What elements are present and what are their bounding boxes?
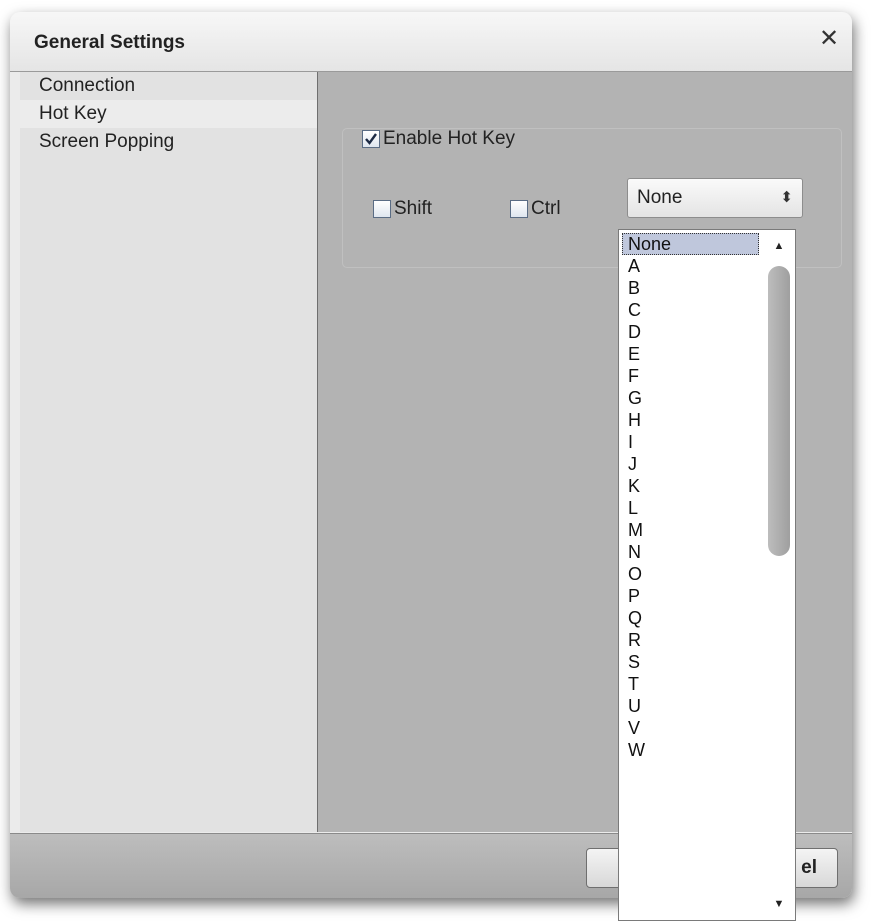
updown-arrows-icon: ⬍: [780, 189, 793, 206]
dropdown-option[interactable]: E: [619, 343, 763, 365]
dropdown-option[interactable]: N: [619, 541, 763, 563]
dropdown-option[interactable]: W: [619, 739, 763, 761]
scroll-down-icon[interactable]: ▼: [764, 890, 794, 918]
dropdown-option[interactable]: I: [619, 431, 763, 453]
ctrl-checkbox[interactable]: Ctrl: [510, 198, 561, 220]
settings-sidebar: Connection Hot Key Screen Popping: [20, 72, 318, 832]
dropdown-option[interactable]: D: [619, 321, 763, 343]
dropdown-option[interactable]: T: [619, 673, 763, 695]
dropdown-option[interactable]: P: [619, 585, 763, 607]
enable-hotkey-checkbox[interactable]: Enable Hot Key: [362, 128, 515, 150]
dropdown-option[interactable]: V: [619, 717, 763, 739]
sidebar-item-screen-popping[interactable]: Screen Popping: [20, 128, 317, 156]
key-dropdown-list[interactable]: None A B C D E F G H I J K L M N O P Q R S T U V W ▲ ▼: [618, 229, 796, 921]
dropdown-option[interactable]: K: [619, 475, 763, 497]
enable-hotkey-label: Enable Hot Key: [383, 128, 516, 149]
key-select-value: None: [637, 187, 683, 208]
dropdown-options: None A B C D E F G H I J K L M N O P Q R S T U V W: [619, 233, 763, 761]
dropdown-option[interactable]: O: [619, 563, 763, 585]
dropdown-option[interactable]: Q: [619, 607, 763, 629]
checkmark-icon: [365, 133, 377, 145]
shift-label: Shift: [394, 198, 433, 219]
sidebar-item-hot-key[interactable]: Hot Key: [20, 100, 317, 128]
enable-hotkey-box[interactable]: [362, 130, 380, 148]
ctrl-box[interactable]: [510, 200, 528, 218]
scroll-up-icon[interactable]: ▲: [764, 232, 794, 260]
dropdown-option[interactable]: H: [619, 409, 763, 431]
sidebar-item-connection[interactable]: Connection: [20, 72, 317, 100]
dropdown-option[interactable]: G: [619, 387, 763, 409]
scrollbar-thumb[interactable]: [768, 266, 790, 556]
dropdown-option[interactable]: R: [619, 629, 763, 651]
dropdown-option[interactable]: L: [619, 497, 763, 519]
dropdown-option[interactable]: J: [619, 453, 763, 475]
shift-checkbox[interactable]: Shift: [373, 198, 432, 220]
dropdown-option[interactable]: U: [619, 695, 763, 717]
dropdown-option[interactable]: S: [619, 651, 763, 673]
dropdown-option[interactable]: B: [619, 277, 763, 299]
dropdown-option[interactable]: None: [622, 233, 759, 255]
dropdown-option[interactable]: A: [619, 255, 763, 277]
dropdown-option[interactable]: M: [619, 519, 763, 541]
dropdown-option[interactable]: F: [619, 365, 763, 387]
shift-box[interactable]: [373, 200, 391, 218]
dropdown-option[interactable]: C: [619, 299, 763, 321]
dropdown-scrollbar[interactable]: ▲ ▼: [764, 230, 794, 920]
close-icon[interactable]: ✕: [816, 26, 842, 52]
ctrl-label: Ctrl: [531, 198, 561, 219]
dialog-title: General Settings: [34, 32, 185, 53]
key-select[interactable]: None ⬍: [627, 178, 803, 218]
dialog-titlebar: General Settings ✕: [10, 12, 852, 72]
cancel-button-label: el: [801, 857, 817, 878]
